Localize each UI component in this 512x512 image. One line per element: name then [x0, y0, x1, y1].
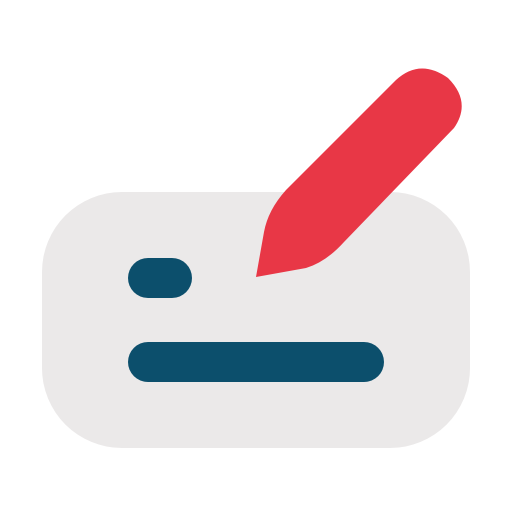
- signature-edit-icon: [42, 68, 470, 448]
- icon-canvas: [0, 0, 512, 512]
- card-shape: [42, 192, 470, 448]
